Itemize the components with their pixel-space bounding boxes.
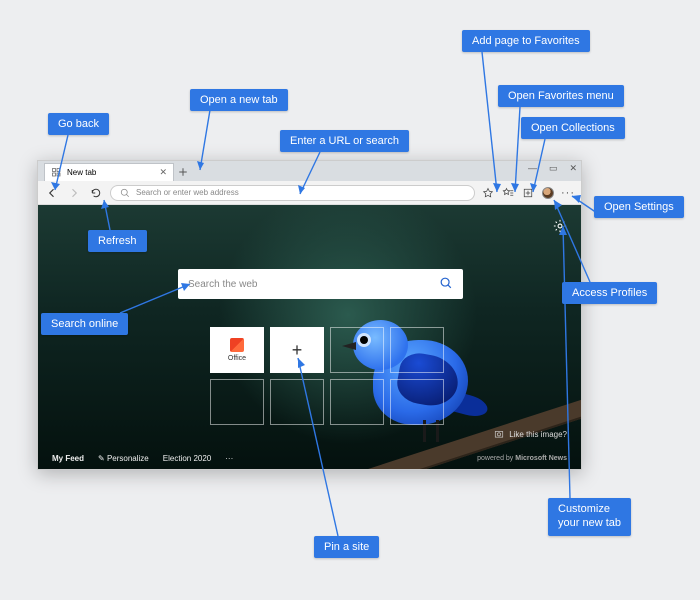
- more-icon: ···: [561, 187, 575, 199]
- address-placeholder: Search or enter web address: [136, 188, 239, 197]
- gear-icon: [553, 219, 567, 233]
- arrow-left-icon: [46, 187, 58, 199]
- callout-access-profiles: Access Profiles: [562, 282, 657, 304]
- tab-title: New tab: [67, 168, 96, 177]
- settings-menu-button[interactable]: ···: [561, 186, 575, 200]
- tile-empty[interactable]: [330, 327, 384, 373]
- window-controls: — ▭ ✕: [528, 163, 577, 174]
- star-list-icon: [502, 187, 514, 199]
- callout-open-favorites: Open Favorites menu: [498, 85, 624, 107]
- maximize-button[interactable]: ▭: [549, 163, 558, 174]
- callout-customize-tab: Customize your new tab: [548, 498, 631, 536]
- back-button[interactable]: [44, 185, 60, 201]
- callout-open-new-tab: Open a new tab: [190, 89, 288, 111]
- callout-go-back: Go back: [48, 113, 109, 135]
- pencil-icon: ✎: [98, 454, 105, 463]
- callout-open-settings: Open Settings: [594, 196, 684, 218]
- tile-empty[interactable]: [330, 379, 384, 425]
- avatar-icon: [542, 187, 554, 199]
- tile-empty[interactable]: [210, 379, 264, 425]
- tab-close-icon[interactable]: ✕: [159, 167, 167, 178]
- arrow-right-icon: [68, 187, 80, 199]
- quick-links-grid: Office +: [210, 327, 444, 425]
- toolbar: Search or enter web address ···: [38, 181, 581, 205]
- address-bar[interactable]: Search or enter web address: [110, 185, 475, 201]
- powered-by: powered by Microsoft News: [477, 455, 567, 462]
- feed-personalize[interactable]: ✎ Personalize: [98, 454, 149, 463]
- search-icon: [119, 187, 131, 199]
- new-tab-button[interactable]: [174, 163, 192, 181]
- tab-new[interactable]: New tab ✕: [44, 163, 174, 181]
- feed-topic[interactable]: Election 2020: [163, 454, 211, 463]
- star-icon: [482, 187, 494, 199]
- feed-bar: My Feed ✎ Personalize Election 2020 ··· …: [38, 454, 581, 463]
- tile-office[interactable]: Office: [210, 327, 264, 373]
- collections-icon: [522, 187, 534, 199]
- like-image-prompt[interactable]: Like this image?: [494, 429, 567, 439]
- tile-empty[interactable]: [390, 379, 444, 425]
- forward-button[interactable]: [66, 185, 82, 201]
- callout-add-favorites: Add page to Favorites: [462, 30, 590, 52]
- tab-favicon: [51, 167, 63, 179]
- office-icon: [230, 338, 244, 352]
- plus-icon: [177, 166, 189, 178]
- tile-add-site[interactable]: +: [270, 327, 324, 373]
- search-icon: [439, 276, 453, 293]
- favorites-menu-button[interactable]: [501, 186, 515, 200]
- callout-open-collections: Open Collections: [521, 117, 625, 139]
- add-favorite-button[interactable]: [481, 186, 495, 200]
- close-window-button[interactable]: ✕: [569, 163, 577, 174]
- tile-empty[interactable]: [270, 379, 324, 425]
- web-search-placeholder: Search the web: [188, 279, 258, 290]
- web-search-box[interactable]: Search the web: [178, 269, 463, 299]
- collections-button[interactable]: [521, 186, 535, 200]
- refresh-icon: [90, 187, 102, 199]
- callout-search-online: Search online: [41, 313, 128, 335]
- feed-my-feed[interactable]: My Feed: [52, 454, 84, 463]
- refresh-button[interactable]: [88, 185, 104, 201]
- tile-label: Office: [228, 355, 246, 362]
- profile-button[interactable]: [541, 186, 555, 200]
- callout-pin-site: Pin a site: [314, 536, 379, 558]
- tab-strip: New tab ✕ — ▭ ✕: [38, 161, 581, 181]
- plus-icon: +: [292, 340, 303, 361]
- callout-enter-url: Enter a URL or search: [280, 130, 409, 152]
- camera-icon: [494, 429, 504, 439]
- minimize-button[interactable]: —: [528, 163, 537, 174]
- customize-page-button[interactable]: [553, 219, 567, 233]
- callout-refresh: Refresh: [88, 230, 147, 252]
- tile-empty[interactable]: [390, 327, 444, 373]
- feed-more[interactable]: ···: [225, 454, 233, 463]
